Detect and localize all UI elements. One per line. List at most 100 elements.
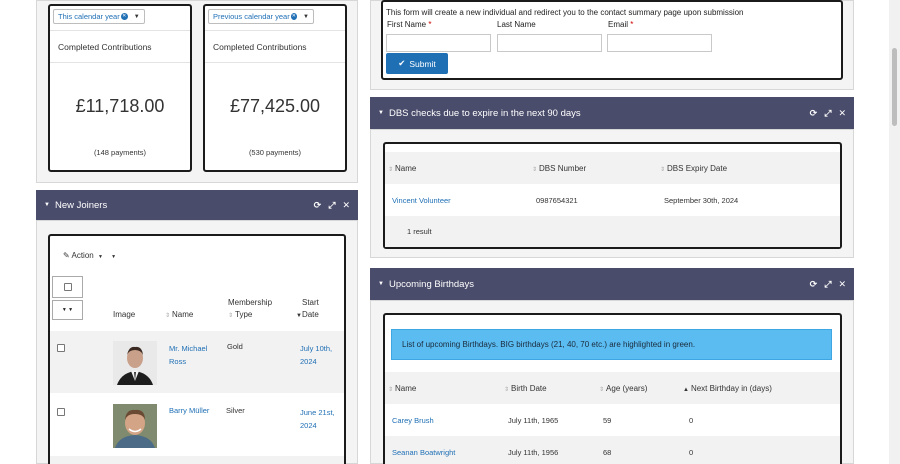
col-membership-label: Membership [228, 298, 273, 307]
joiner-name-link[interactable]: Barry Müller [169, 406, 209, 415]
start-date-line: 2024 [300, 421, 317, 430]
start-date-link[interactable]: July 10th, 2024 [300, 342, 332, 368]
start-date-line: June 21st, [300, 408, 335, 417]
row-checkbox[interactable] [57, 344, 65, 352]
close-icon[interactable]: ✕ [342, 200, 350, 211]
collapse-caret-icon[interactable]: ▼ [44, 202, 50, 208]
period-select-this-year[interactable]: This calendar year ✕ ▼ [53, 9, 145, 24]
sort-icon: ⇕ [388, 167, 394, 173]
last-name-field[interactable] [497, 34, 602, 52]
card-label: Completed Contributions [213, 42, 307, 52]
divider [50, 62, 190, 63]
sort-icon: ⇕ [532, 167, 538, 173]
email-label: Email * [608, 20, 633, 29]
last-name-label: Last Name [497, 20, 536, 29]
refresh-icon[interactable]: ⟳ [810, 108, 818, 119]
payment-count: (530 payments) [248, 148, 302, 157]
col-label: Name [395, 384, 417, 393]
birthdays-widget-header: ▼ Upcoming Birthdays ⟳ ⤢ ✕ [370, 268, 854, 300]
joiner-name-link[interactable]: Mr. Michael Ross [169, 342, 207, 368]
col-dbs-expiry[interactable]: ⇕ DBS Expiry Date [660, 164, 727, 173]
membership-type: Silver [226, 406, 245, 415]
action-menu[interactable]: ✎ Action ▼ ▼ [63, 251, 116, 260]
submit-button[interactable]: ✔ Submit [386, 53, 448, 74]
sort-asc-icon: ▲ [683, 387, 689, 393]
clear-icon[interactable]: ✕ [120, 13, 128, 20]
col-dbs-number[interactable]: ⇕ DBS Number [532, 164, 586, 173]
volunteer-name-link[interactable]: Vincent Volunteer [392, 196, 451, 205]
next-birthday-days: 0 [689, 448, 694, 457]
col-membership[interactable]: Membership ⇕ Type [228, 297, 272, 322]
col-age[interactable]: ⇕ Age (years) [599, 384, 647, 393]
col-name[interactable]: ⇕ Name [388, 164, 416, 173]
contact-name-link[interactable]: Seanan Boatwright [392, 448, 455, 457]
sort-icon: ⇕ [504, 387, 510, 393]
collapse-caret-icon[interactable]: ▼ [378, 110, 384, 116]
pencil-icon: ✎ [63, 251, 70, 260]
widget-title: Upcoming Birthdays [388, 278, 474, 290]
payment-count: (148 payments) [93, 148, 147, 157]
select-all-checkbox[interactable] [64, 283, 72, 291]
table-footer-row [385, 216, 840, 247]
expand-icon[interactable]: ⤢ [328, 200, 335, 211]
birth-date: July 11th, 1956 [508, 448, 559, 457]
form-notice: This form will create a new individual a… [386, 8, 744, 17]
close-icon[interactable]: ✕ [838, 279, 846, 290]
email-label-text: Email [608, 20, 629, 29]
divider [50, 30, 190, 31]
close-icon[interactable]: ✕ [838, 108, 846, 119]
expand-icon[interactable]: ⤢ [824, 108, 831, 119]
age: 59 [603, 416, 612, 425]
row-checkbox[interactable] [57, 408, 65, 416]
start-date-link[interactable]: June 21st, 2024 [300, 406, 335, 432]
period-select-value: This calendar year [58, 12, 120, 21]
start-date-line: July 10th, [300, 344, 333, 353]
birthdays-info-banner: List of upcoming Birthdays. BIG birthday… [391, 329, 832, 360]
membership-type: Gold [227, 342, 243, 351]
widget-title: New Joiners [54, 199, 108, 211]
bulk-select-dropdown[interactable]: ▼ ▼ [52, 300, 83, 320]
refresh-icon[interactable]: ⟳ [314, 200, 322, 211]
col-name[interactable]: ⇕ Name [165, 310, 193, 319]
col-name[interactable]: ⇕ Name [388, 384, 416, 393]
col-next-birthday[interactable]: ▲ Next Birthday in (days) [683, 384, 772, 393]
col-start-label: Start [302, 298, 319, 307]
chevron-down-icon: ▼ [303, 13, 309, 20]
email-field[interactable] [607, 34, 712, 52]
col-label: DBS Number [539, 164, 587, 173]
select-all-box[interactable] [52, 276, 83, 298]
col-membership-label: Type [235, 310, 253, 319]
table-row [50, 456, 344, 464]
joiner-name-line: Ross [169, 357, 187, 366]
clear-icon[interactable]: ✕ [290, 13, 298, 20]
collapse-caret-icon[interactable]: ▼ [378, 281, 384, 287]
col-label: Age (years) [606, 384, 648, 393]
contribution-amount: £77,425.00 [229, 96, 321, 116]
col-label: Next Birthday in (days) [690, 384, 772, 393]
col-name-label: Name [172, 310, 194, 319]
period-select-value: Previous calendar year [213, 12, 290, 21]
first-name-field[interactable] [386, 34, 491, 52]
sort-icon: ⇕ [165, 313, 171, 319]
first-name-label: First Name * [387, 20, 431, 29]
period-select-prev-year[interactable]: Previous calendar year ✕ ▼ [208, 9, 314, 24]
action-label: Action [71, 251, 94, 260]
avatar [113, 341, 157, 385]
sort-icon: ⇕ [388, 387, 394, 393]
contact-name-link[interactable]: Carey Brush [392, 416, 434, 425]
sort-icon: ⇕ [599, 387, 605, 393]
divider [205, 62, 345, 63]
joiner-name-line: Mr. Michael [169, 344, 208, 353]
divider [205, 30, 345, 31]
col-start-date[interactable]: Start ▼Date [296, 297, 319, 322]
sort-icon: ⇕ [228, 313, 234, 319]
scrollbar-thumb[interactable] [892, 48, 897, 126]
contribution-amount: £11,718.00 [75, 96, 165, 116]
chevron-down-icon: ▼ [133, 13, 140, 20]
col-birth-date[interactable]: ⇕ Birth Date [504, 384, 547, 393]
submit-label: Submit [409, 58, 436, 69]
refresh-icon[interactable]: ⟳ [810, 279, 818, 290]
age: 68 [603, 448, 612, 457]
expand-icon[interactable]: ⤢ [824, 279, 831, 290]
dbs-widget-header: ▼ DBS checks due to expire in the next 9… [370, 97, 854, 129]
